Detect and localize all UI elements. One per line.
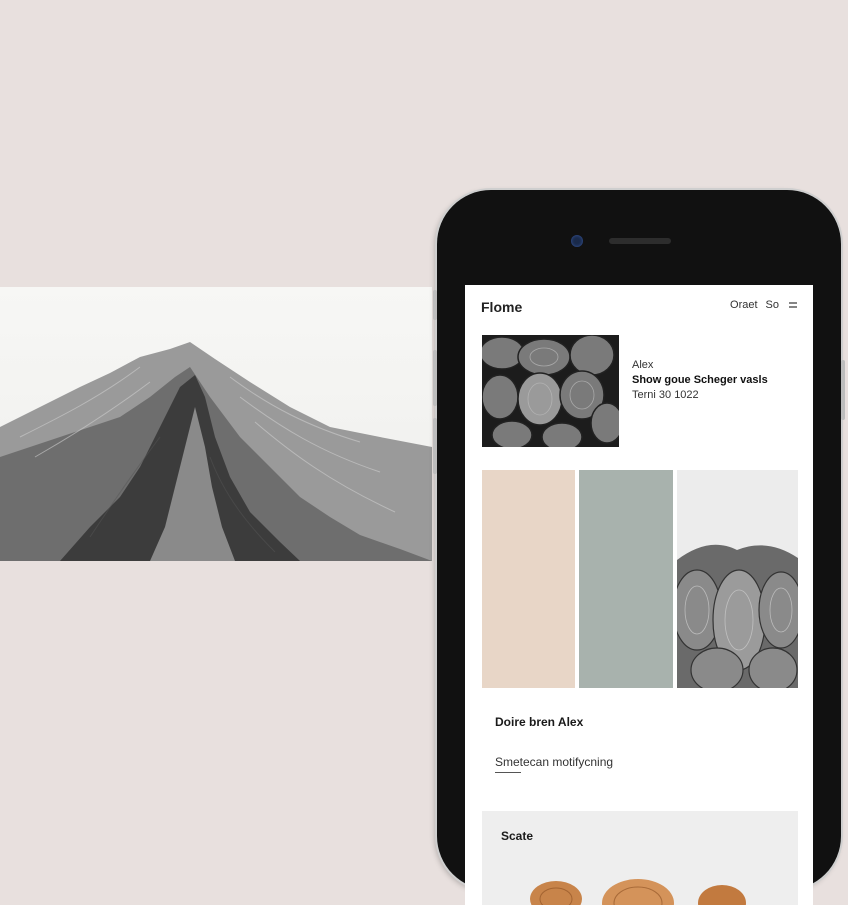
profile-info: Alex Show goue Scheger vasls Terni 30 10… <box>632 359 768 401</box>
color-swatch-peach[interactable] <box>482 470 575 688</box>
menu-icon[interactable] <box>787 299 799 311</box>
palette-row <box>482 470 798 688</box>
phone-screen: Flome Oraet So Alex Show goue Scheger va… <box>465 285 813 905</box>
profile-date: Terni 30 1022 <box>632 389 699 401</box>
phone-side-button <box>433 418 437 474</box>
profile-description: Show goue Scheger vasls <box>632 374 768 386</box>
top-actions: Oraet So <box>730 299 799 311</box>
texture-photo[interactable] <box>677 470 798 688</box>
phone-frame: Flome Oraet So Alex Show goue Scheger va… <box>433 190 845 905</box>
section-title: Doire bren Alex <box>495 715 584 729</box>
color-swatch-sage[interactable] <box>579 470 673 688</box>
phone-side-button <box>433 350 437 406</box>
underline-divider <box>495 772 521 773</box>
bottom-card[interactable]: Scate <box>482 811 798 905</box>
phone-side-button <box>433 290 437 320</box>
earpiece-speaker <box>609 238 671 244</box>
action-link-2[interactable]: So <box>766 299 779 311</box>
phone-power-button <box>841 360 845 420</box>
profile-name: Alex <box>632 359 654 371</box>
mountain-image <box>0 287 432 561</box>
action-link-1[interactable]: Oraet <box>730 299 758 311</box>
profile-photo[interactable] <box>482 335 619 447</box>
app-title: Flome <box>481 299 523 315</box>
section-subtitle[interactable]: Smetecan motifycning <box>495 755 613 769</box>
front-camera <box>571 235 583 247</box>
